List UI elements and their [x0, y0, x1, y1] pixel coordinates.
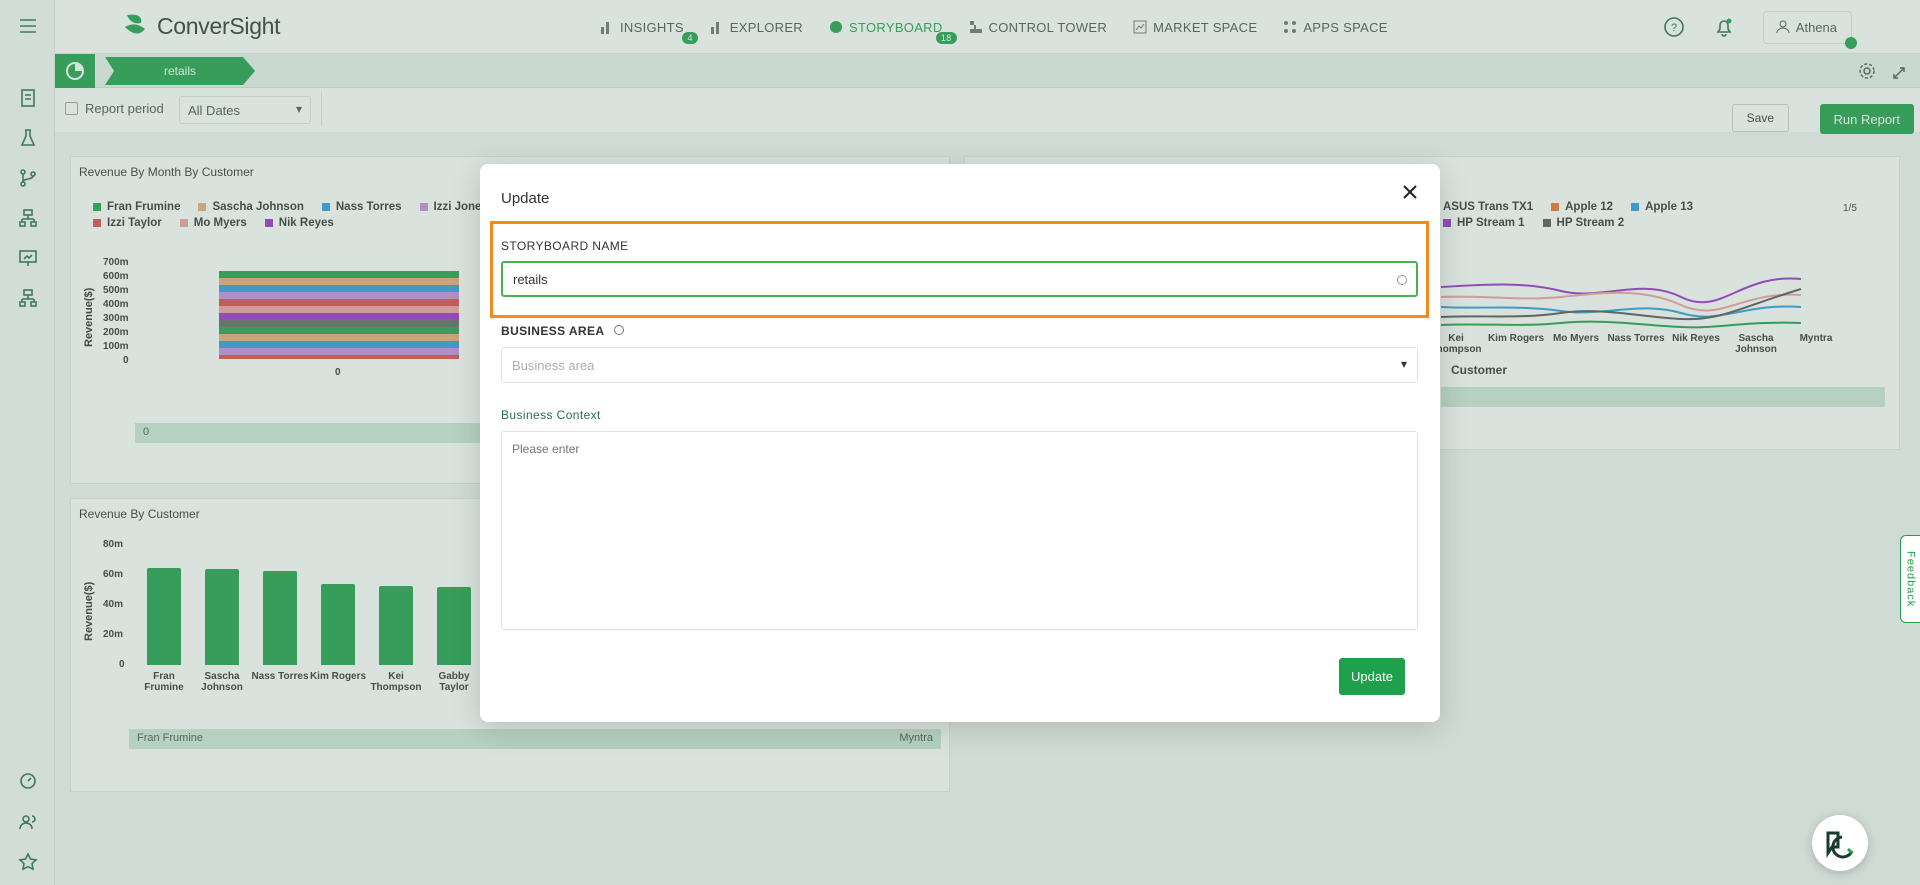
update-storyboard-dialog: Update STORYBOARD NAME BUSINESS AREA Bus…	[480, 164, 1440, 722]
dialog-title: Update	[501, 190, 550, 207]
close-icon[interactable]	[1398, 180, 1422, 204]
clear-input-icon[interactable]	[1397, 275, 1407, 285]
chevron-down-icon: ▾	[1400, 357, 1407, 371]
storyboard-name-label: STORYBOARD NAME	[501, 239, 629, 253]
assistant-bot-icon[interactable]	[1812, 815, 1868, 871]
update-button[interactable]: Update	[1339, 658, 1405, 695]
business-area-label-text: BUSINESS AREA	[501, 324, 604, 338]
business-context-label: Business Context	[501, 408, 601, 422]
feedback-tab[interactable]: Feedback	[1900, 535, 1920, 623]
business-area-placeholder: Business area	[512, 358, 595, 373]
business-context-input[interactable]	[501, 431, 1418, 630]
storyboard-name-input[interactable]	[501, 261, 1418, 297]
business-area-label: BUSINESS AREA	[501, 324, 624, 338]
business-area-select[interactable]: Business area ▾	[501, 347, 1418, 383]
info-icon[interactable]	[613, 325, 624, 335]
